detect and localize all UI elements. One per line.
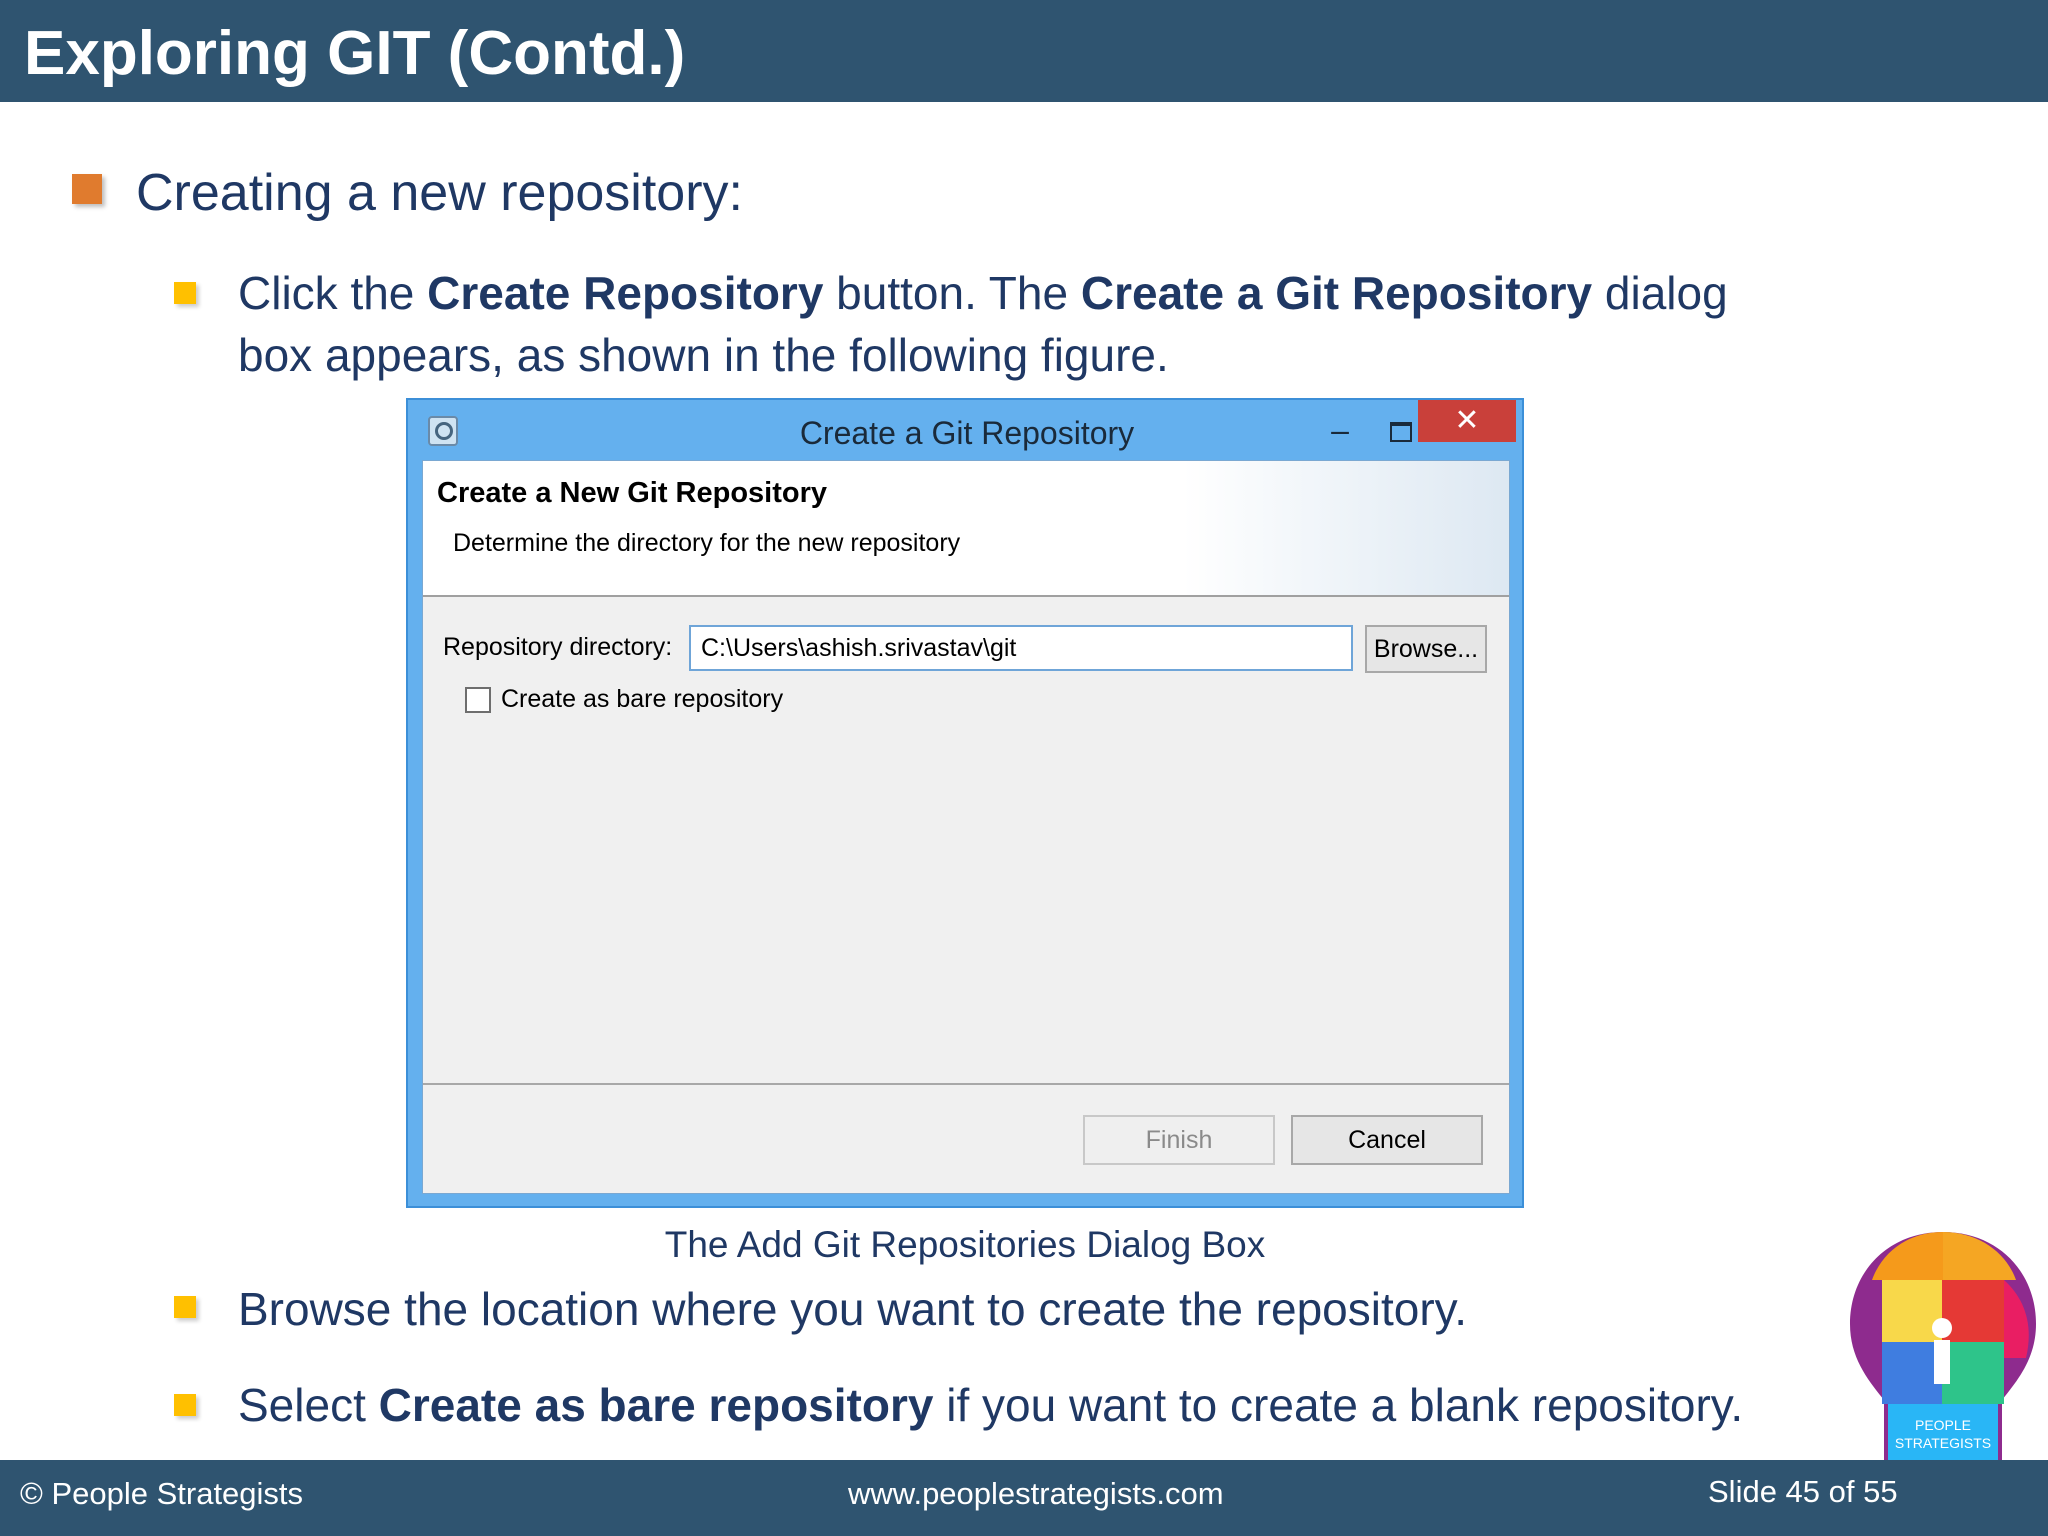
bullet1-pre: Click the — [238, 267, 428, 319]
close-icon[interactable]: ✕ — [1418, 400, 1516, 442]
bullet-yellow-icon — [174, 1296, 196, 1318]
bullet-text-bare: Select Create as bare repository if you … — [238, 1374, 1743, 1436]
slide-footer: © People Strategists www.peoplestrategis… — [0, 1460, 2048, 1536]
repository-directory-label: Repository directory: — [443, 633, 673, 661]
banner-subtitle: Determine the directory for the new repo… — [453, 529, 961, 557]
bullet3-bold: Create as bare repository — [378, 1379, 934, 1431]
people-strategists-logo-icon: PEOPLE STRATEGISTS — [1850, 1232, 2036, 1490]
browse-button[interactable]: Browse... — [1365, 625, 1487, 673]
cancel-button[interactable]: Cancel — [1291, 1115, 1483, 1165]
bullet1-bold-1: Create Repository — [427, 267, 824, 319]
bullet-text-browse: Browse the location where you want to cr… — [238, 1283, 1468, 1335]
slide-number: Slide 45 of 55 — [1708, 1474, 1898, 1509]
logo-text-strategists: STRATEGISTS — [1895, 1435, 1991, 1451]
banner-title: Create a New Git Repository — [437, 477, 827, 509]
bullet-orange-icon — [72, 174, 102, 204]
dialog-body: Create a New Git Repository Determine th… — [422, 460, 1510, 1194]
bullet-yellow-icon — [174, 1394, 196, 1416]
slide-title: Exploring GIT (Contd.) — [24, 19, 686, 88]
footer-website: www.peoplestrategists.com — [848, 1476, 1224, 1511]
bullet-text-create-repository: Click the Create Repository button. The … — [238, 262, 1798, 386]
finish-button[interactable]: Finish — [1083, 1115, 1275, 1165]
minimize-icon[interactable]: – — [1318, 408, 1362, 452]
maximize-icon[interactable] — [1378, 408, 1422, 452]
bullet3-pre: Select — [238, 1379, 379, 1431]
bullet-yellow-icon — [174, 282, 196, 304]
repository-directory-input[interactable] — [689, 625, 1353, 671]
footer-copyright: © People Strategists — [20, 1476, 304, 1511]
dialog-banner: Create a New Git Repository Determine th… — [423, 461, 1509, 597]
bare-repository-label[interactable]: Create as bare repository — [501, 685, 783, 714]
bullet1-bold-2: Create a Git Repository — [1080, 267, 1593, 319]
bare-repository-checkbox[interactable] — [465, 687, 491, 713]
divider — [423, 1083, 1509, 1085]
bullet3-post: if you want to create a blank repository… — [933, 1379, 1744, 1431]
bullet1-mid: button. The — [823, 267, 1081, 319]
git-repository-dialog: Create a Git Repository – ✕ Create a New… — [406, 398, 1524, 1208]
level1-heading: Creating a new repository: — [136, 164, 743, 222]
figure-caption: The Add Git Repositories Dialog Box — [664, 1224, 1266, 1265]
logo-text-people: PEOPLE — [1915, 1417, 1971, 1433]
slide-header: Exploring GIT (Contd.) — [0, 0, 2048, 102]
